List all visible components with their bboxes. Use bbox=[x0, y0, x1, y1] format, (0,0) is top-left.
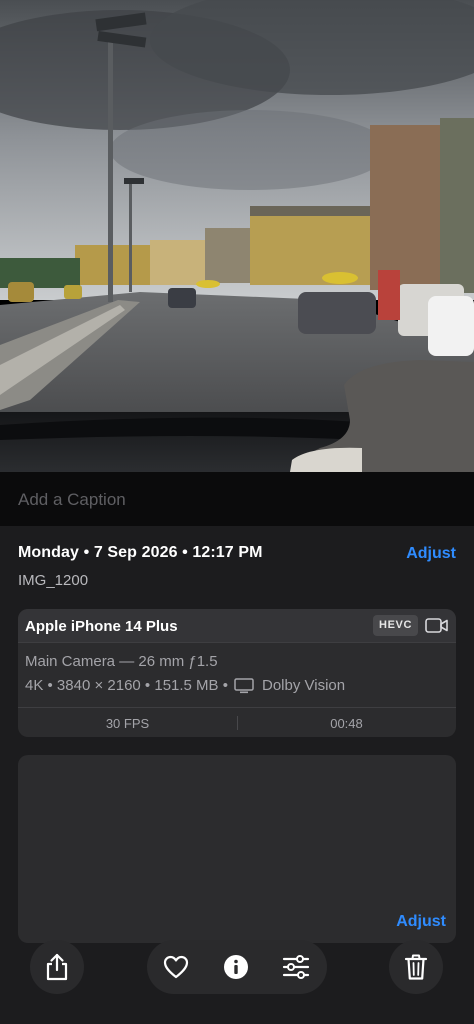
location-map-card[interactable]: Adjust bbox=[18, 755, 456, 943]
capture-date-time: Monday • 7 Sep 2026 • 12:17 PM bbox=[18, 544, 263, 561]
info-button[interactable] bbox=[221, 952, 251, 982]
resolution-size: 4K • 3840 × 2160 • 151.5 MB • bbox=[25, 677, 228, 694]
device-card-header: Apple iPhone 14 Plus HEVC bbox=[18, 609, 456, 643]
street-scene-image bbox=[0, 0, 474, 472]
trash-icon bbox=[404, 954, 428, 980]
video-camera-icon bbox=[425, 618, 448, 633]
device-card-footer: 30 FPS 00:48 bbox=[18, 707, 456, 737]
lens-info: Main Camera — 26 mm ƒ1.5 bbox=[25, 653, 218, 670]
device-name: Apple iPhone 14 Plus bbox=[25, 618, 178, 635]
resolution-info: 4K • 3840 × 2160 • 151.5 MB • Dolby Visi… bbox=[25, 677, 345, 694]
device-info-card: Apple iPhone 14 Plus HEVC Main Camera — … bbox=[18, 609, 456, 737]
caption-field[interactable]: Add a Caption bbox=[0, 472, 474, 526]
delete-button[interactable] bbox=[389, 940, 443, 994]
edit-button[interactable] bbox=[281, 952, 311, 982]
favorite-button[interactable] bbox=[161, 952, 191, 982]
video-duration: 00:48 bbox=[330, 716, 363, 731]
adjust-location-button[interactable]: Adjust bbox=[396, 913, 446, 931]
action-pill bbox=[147, 940, 327, 994]
codec-badge: HEVC bbox=[373, 615, 418, 636]
adjust-date-button[interactable]: Adjust bbox=[406, 545, 456, 563]
frame-rate: 30 FPS bbox=[105, 716, 150, 731]
sliders-icon bbox=[282, 955, 310, 979]
info-icon bbox=[224, 955, 248, 979]
file-name: IMG_1200 bbox=[18, 572, 89, 589]
photo-preview[interactable] bbox=[0, 0, 474, 472]
heart-icon bbox=[163, 955, 189, 979]
display-icon bbox=[234, 677, 254, 693]
share-button[interactable] bbox=[30, 940, 84, 994]
caption-placeholder: Add a Caption bbox=[18, 490, 126, 509]
hdr-format: Dolby Vision bbox=[261, 677, 346, 694]
share-icon bbox=[46, 953, 68, 981]
